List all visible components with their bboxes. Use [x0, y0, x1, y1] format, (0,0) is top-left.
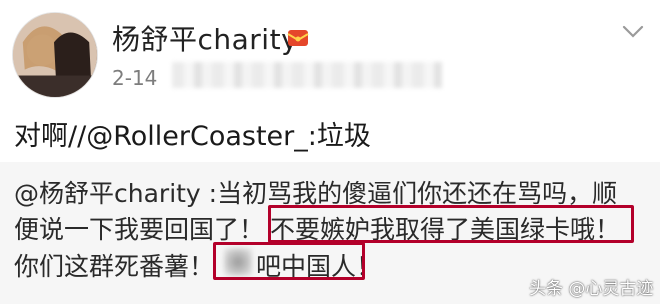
quoted-line-2-part-a: 便说一下我要回国了！ [14, 215, 265, 244]
highlight-box [268, 205, 634, 243]
chevron-down-icon[interactable] [622, 25, 644, 39]
post-date: 2-14 [112, 66, 158, 90]
blurred-source-info [172, 62, 442, 88]
vip-envelope-icon[interactable] [287, 27, 309, 49]
weibo-post-card: 杨舒平charity 2-14 对啊//@RollerCoaster_:垃圾 @… [0, 0, 660, 304]
quoted-line-3-part-a: 你们这群死番薯！ [14, 252, 215, 281]
username[interactable]: 杨舒平charity [112, 18, 298, 58]
watermark: 头条 @心灵古迹 [529, 279, 654, 299]
mention-link[interactable]: @RollerCoaster_ [86, 121, 308, 152]
user-avatar[interactable] [12, 12, 98, 98]
highlight-box [213, 242, 365, 280]
repost-prefix: 对啊// [14, 121, 87, 152]
repost-text: 对啊//@RollerCoaster_:垃圾 [14, 114, 371, 153]
repost-suffix: :垃圾 [307, 121, 371, 152]
